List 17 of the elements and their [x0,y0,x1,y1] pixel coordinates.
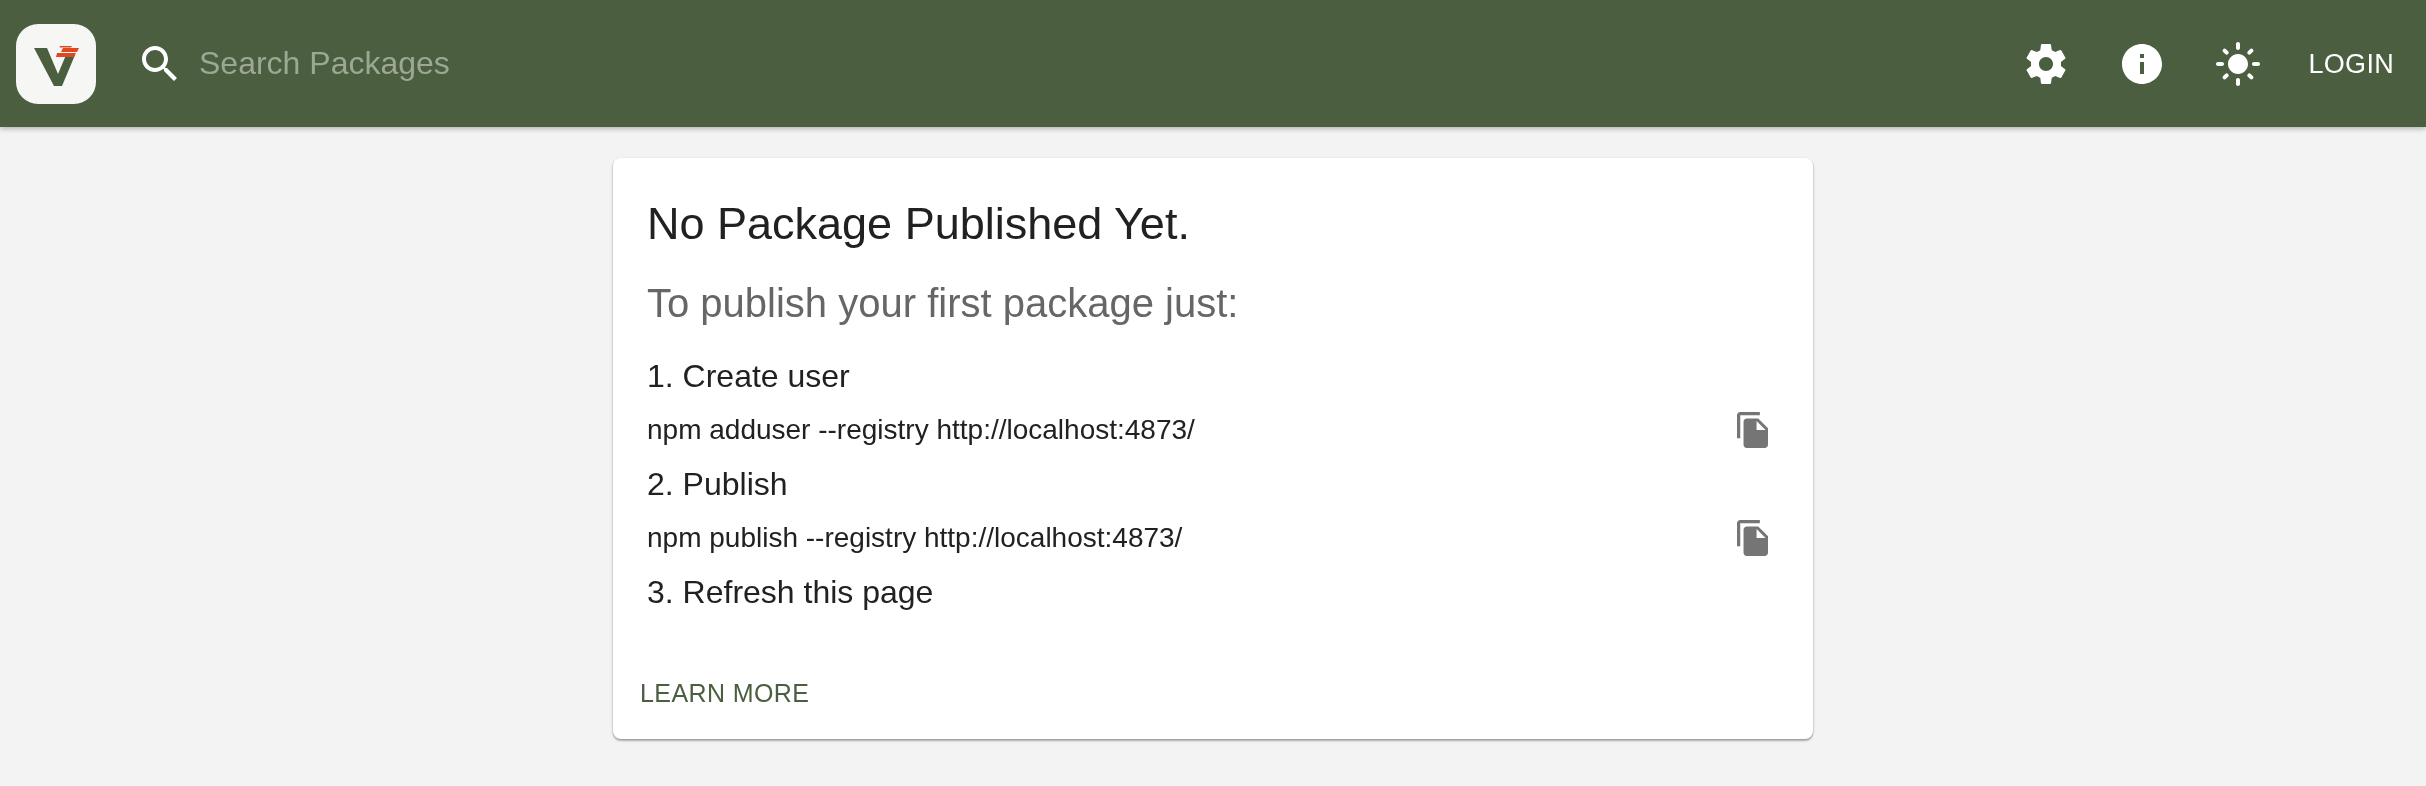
card-subtitle: To publish your first package just: [647,280,1240,327]
settings-icon [2026,43,2067,84]
logo-icon[interactable] [16,23,96,104]
learn-more-button[interactable]: LEARN MORE [624,663,826,723]
command-text: npm adduser --registry http://localhost:4873/ [647,413,1195,447]
step-label: 2. Publish [647,465,789,504]
step-label: 1. Create user [647,357,851,396]
copy-icon [1737,412,1768,448]
login-button[interactable]: LOGIN [2292,33,2410,94]
card-title: No Package Published Yet. [647,197,1191,251]
command-text: npm publish --registry http://localhost:4873/ [647,521,1183,555]
search-field[interactable]: Search Packages [199,35,839,92]
copy-icon [1737,520,1768,556]
info-icon [2122,43,2163,84]
sun-icon [2216,41,2261,86]
search-icon [142,46,177,81]
step-label: 3. Refresh this page [647,573,935,612]
